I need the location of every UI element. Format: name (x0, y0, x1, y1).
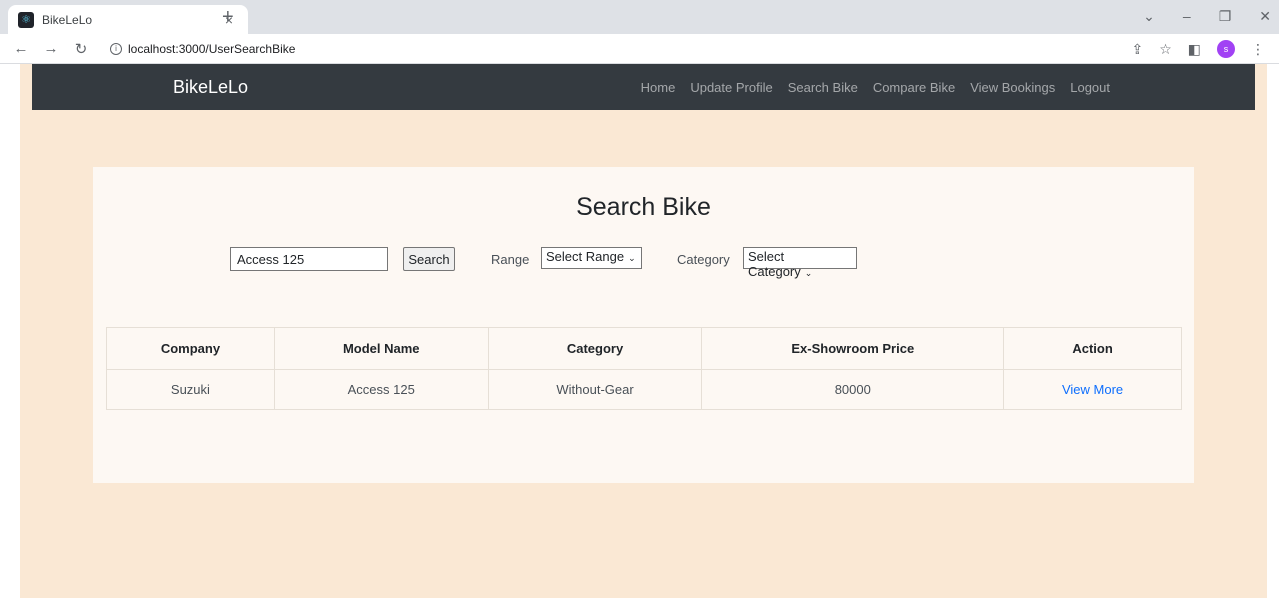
header-company: Company (106, 327, 275, 370)
navbar-brand[interactable]: BikeLeLo (173, 77, 248, 98)
navbar: BikeLeLo Home Update Profile Search Bike… (32, 64, 1255, 110)
address-bar[interactable]: i localhost:3000/UserSearchBike (104, 36, 1104, 61)
side-panel-icon[interactable]: ◧ (1188, 41, 1201, 58)
tab-title: BikeLeLo (42, 12, 93, 27)
nav-update-profile[interactable]: Update Profile (690, 80, 772, 95)
search-input[interactable] (230, 247, 388, 271)
table-row: Suzuki Access 125 Without-Gear 80000 Vie… (106, 369, 1182, 410)
browser-tab-strip: ⚛ BikeLeLo × + ⌄ – ❐ ✕ (0, 0, 1279, 34)
close-window-icon[interactable]: ✕ (1259, 8, 1271, 25)
tab-search-icon[interactable]: ⌄ (1143, 8, 1155, 25)
site-info-icon[interactable]: i (110, 42, 122, 55)
nav-logout[interactable]: Logout (1070, 80, 1110, 95)
window-controls: ⌄ – ❐ ✕ (1143, 8, 1271, 25)
category-select[interactable]: Select Category ⌄ (743, 247, 857, 279)
url-text: localhost:3000/UserSearchBike (128, 41, 296, 56)
browser-tab[interactable]: ⚛ BikeLeLo × (8, 5, 248, 34)
nav-home[interactable]: Home (641, 80, 676, 95)
chevron-down-icon: ⌄ (628, 253, 636, 263)
range-select[interactable]: Select Range ⌄ (541, 247, 642, 269)
header-category: Category (487, 327, 703, 370)
search-card: Search Bike Search Range Select Range⌄ C… (93, 167, 1194, 483)
header-action: Action (1003, 327, 1182, 370)
page-body: BikeLeLo Home Update Profile Search Bike… (20, 64, 1267, 598)
forward-icon[interactable]: → (42, 40, 60, 57)
results-table: Company Model Name Category Ex-Showroom … (106, 327, 1182, 410)
category-select-value: Select Category (748, 249, 801, 279)
toolbar-actions: ⇪ ☆ ◧ s ⋮ (1131, 40, 1265, 58)
profile-avatar[interactable]: s (1217, 40, 1235, 58)
back-icon[interactable]: ← (12, 40, 30, 57)
share-icon[interactable]: ⇪ (1131, 41, 1143, 58)
browser-toolbar: ← → ↻ i localhost:3000/UserSearchBike ⇪ … (0, 34, 1279, 64)
cell-action: View More (1003, 369, 1182, 410)
cell-company: Suzuki (106, 369, 275, 410)
page-title: Search Bike (576, 193, 711, 221)
range-select-value: Select Range (546, 249, 625, 264)
category-label: Category (677, 252, 730, 267)
minimize-icon[interactable]: – (1183, 8, 1191, 25)
menu-kebab-icon[interactable]: ⋮ (1251, 41, 1265, 58)
reload-icon[interactable]: ↻ (72, 40, 90, 58)
header-model-name: Model Name (273, 327, 489, 370)
table-header-row: Company Model Name Category Ex-Showroom … (106, 327, 1182, 370)
nav-view-bookings[interactable]: View Bookings (970, 80, 1055, 95)
nav-links: Home Update Profile Search Bike Compare … (641, 80, 1110, 95)
chevron-down-icon: ⌄ (804, 268, 813, 278)
range-label: Range (491, 252, 530, 267)
react-favicon-icon: ⚛ (18, 11, 34, 28)
nav-compare-bike[interactable]: Compare Bike (873, 80, 955, 95)
header-price: Ex-Showroom Price (701, 327, 1005, 370)
view-more-link[interactable]: View More (1062, 382, 1123, 397)
bookmark-star-icon[interactable]: ☆ (1159, 41, 1172, 58)
search-button[interactable]: Search (403, 247, 455, 271)
cell-model-name: Access 125 (273, 369, 489, 410)
cell-category: Without-Gear (487, 369, 703, 410)
cell-price: 80000 (701, 369, 1005, 410)
restore-icon[interactable]: ❐ (1219, 8, 1232, 25)
new-tab-icon[interactable]: + (222, 7, 234, 27)
nav-search-bike[interactable]: Search Bike (788, 80, 858, 95)
